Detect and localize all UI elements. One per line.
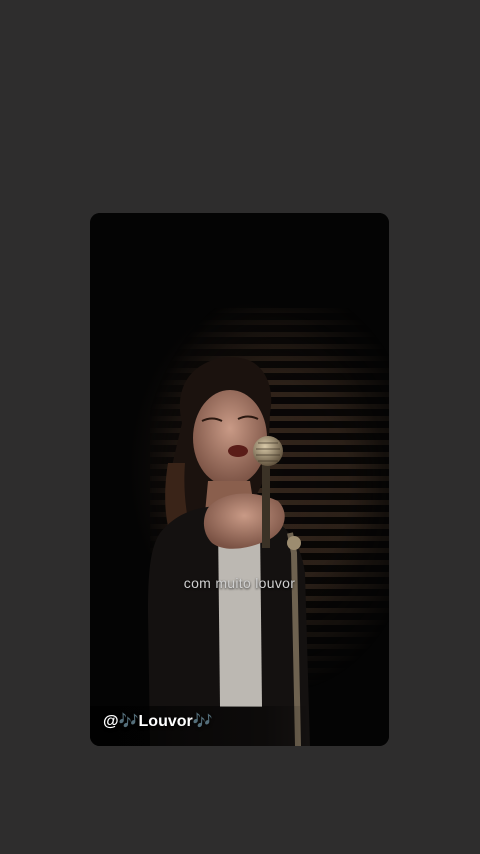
screen: com muito louvor @🎶Louvor🎶 xyxy=(0,0,480,854)
account-handle[interactable]: @🎶Louvor🎶 xyxy=(103,711,213,731)
video-caption: com muito louvor xyxy=(183,575,296,591)
video-frame[interactable]: com muito louvor @🎶Louvor🎶 xyxy=(90,213,389,746)
singer-face xyxy=(193,390,267,486)
singer-mouth xyxy=(228,445,248,457)
story-card[interactable]: com muito louvor @🎶Louvor🎶 xyxy=(90,213,389,746)
singer-video-image xyxy=(148,357,310,746)
